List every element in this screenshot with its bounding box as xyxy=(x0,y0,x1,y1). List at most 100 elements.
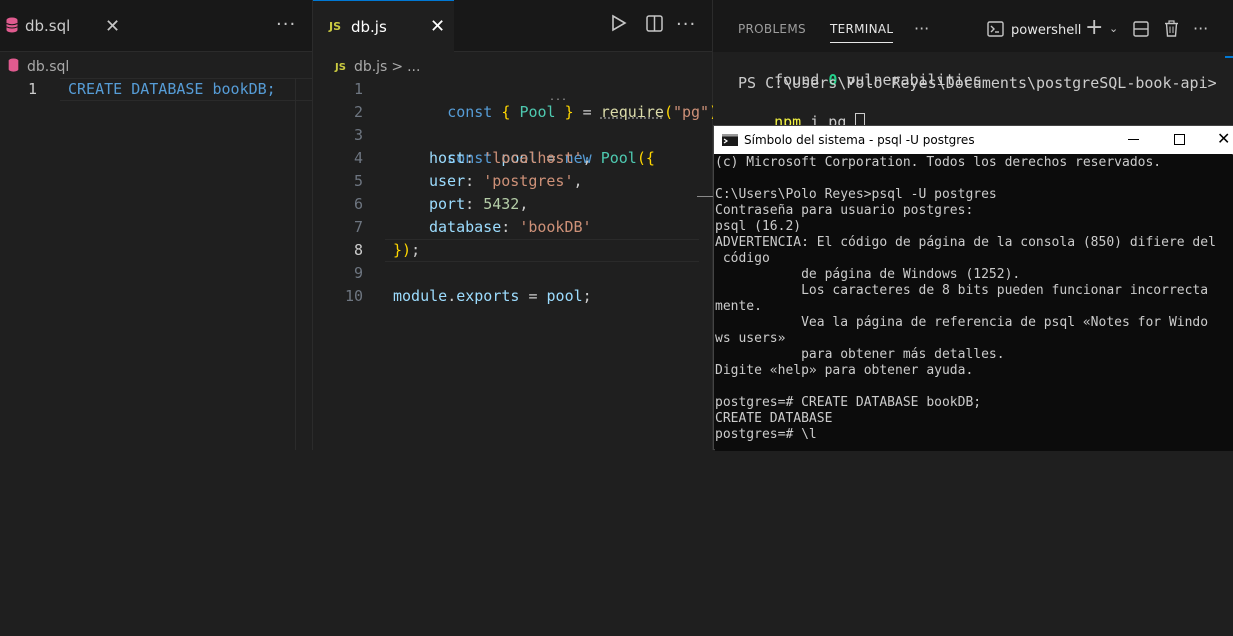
string: "pg" xyxy=(672,103,710,121)
dot: . xyxy=(447,287,457,305)
hint-ellipsis[interactable]: ... xyxy=(549,92,567,103)
more-actions-icon[interactable]: ··· xyxy=(914,19,929,38)
breadcrumb-file: db.js xyxy=(353,59,388,75)
line-number: 1 xyxy=(27,80,37,98)
panel-header: PROBLEMS TERMINAL ··· powershell + ⌄ ··· xyxy=(713,0,1233,58)
shell-name[interactable]: powershell xyxy=(1011,23,1081,38)
split-editor-icon[interactable] xyxy=(646,15,663,36)
line-number: 6 xyxy=(353,195,363,213)
cmd-line: mente. xyxy=(715,299,762,314)
semicolon: ; xyxy=(582,287,592,305)
line-number: 4 xyxy=(353,149,363,167)
chevron-down-icon[interactable]: ⌄ xyxy=(1109,22,1118,35)
string: 'postgres' xyxy=(483,172,574,190)
cmd-line: código xyxy=(715,251,770,266)
terminal-prompt: PS C:\Users\Polo Reyes\Documents\postgre… xyxy=(738,74,1217,92)
close-icon[interactable]: ✕ xyxy=(430,16,445,37)
property: exports xyxy=(456,287,520,305)
string: 'bookDB' xyxy=(519,218,592,236)
property: port xyxy=(429,195,466,213)
property: database xyxy=(429,218,502,236)
brace: }) xyxy=(393,241,412,259)
comma: , xyxy=(582,149,592,167)
property: user xyxy=(429,172,466,190)
code-line: user: 'postgres', xyxy=(429,170,583,193)
tab-problems[interactable]: PROBLEMS xyxy=(738,22,806,36)
run-icon[interactable] xyxy=(611,14,627,36)
more-actions-icon[interactable]: ··· xyxy=(676,14,696,35)
line-number: 1 xyxy=(353,80,363,98)
javascript-icon: JS xyxy=(335,61,346,73)
line-number: 5 xyxy=(353,172,363,190)
code-line: port: 5432, xyxy=(429,193,528,216)
sql-tab-bar: db.sql ✕ ··· xyxy=(0,0,312,52)
js-editor-pane: JS db.js ✕ ··· JS db.js > ... 1 2 3 4 5 … xyxy=(313,0,727,450)
javascript-icon: JS xyxy=(329,20,342,33)
cmd-title-bar[interactable]: Símbolo del sistema - psql -U postgres ✕ xyxy=(714,126,1233,154)
breadcrumb[interactable]: JS db.js > ... xyxy=(335,56,420,78)
more-actions-icon[interactable]: ··· xyxy=(276,14,296,35)
identifier: module xyxy=(393,287,448,305)
code-line: }); xyxy=(393,239,420,262)
js-code-area[interactable]: 1 2 3 4 5 6 7 8 9 10 const { Pool } = re… xyxy=(313,78,727,450)
colon: : xyxy=(465,149,475,167)
comma: , xyxy=(573,172,583,190)
cmd-window[interactable]: Símbolo del sistema - psql -U postgres ✕… xyxy=(713,125,1233,451)
database-icon xyxy=(8,58,19,76)
cmd-line: postgres=# CREATE DATABASE bookDB; xyxy=(715,395,982,410)
minimize-icon[interactable] xyxy=(1128,139,1139,140)
operator: = xyxy=(582,103,592,121)
split-terminal-icon[interactable] xyxy=(1133,21,1149,41)
database-icon xyxy=(6,17,18,37)
line-number: 9 xyxy=(353,264,363,282)
cmd-line: de página de Windows (1252). xyxy=(715,267,1021,282)
panel-resize-handle[interactable] xyxy=(697,196,713,197)
cmd-line: postgres=# \l xyxy=(715,427,817,442)
identifier: Pool xyxy=(519,103,556,121)
plus-icon[interactable]: + xyxy=(1085,15,1103,40)
cmd-line: para obtener más detalles. xyxy=(715,347,1005,362)
breadcrumb[interactable]: db.sql xyxy=(8,56,69,78)
trash-icon[interactable] xyxy=(1164,20,1179,41)
cmd-line: C:\Users\Polo Reyes>psql -U postgres xyxy=(715,187,997,202)
panel: PROBLEMS TERMINAL ··· powershell + ⌄ ···… xyxy=(713,0,1233,451)
cmd-line: Vea la página de referencia de psql «Not… xyxy=(715,315,1209,330)
line-number: 10 xyxy=(344,287,363,305)
code-line: host: 'localhost', xyxy=(429,147,592,170)
line-number: 8 xyxy=(353,241,363,259)
close-icon[interactable]: ✕ xyxy=(1217,129,1230,148)
number: 5432 xyxy=(483,195,520,213)
close-icon[interactable]: ✕ xyxy=(105,16,120,37)
tab-terminal[interactable]: TERMINAL xyxy=(830,22,894,43)
operator: = xyxy=(528,287,538,305)
cmd-line: ws users» xyxy=(715,331,786,346)
current-line-highlight xyxy=(60,78,312,101)
current-line-highlight xyxy=(385,239,699,262)
scrollbar-marker xyxy=(1225,56,1233,58)
tab-db-js[interactable]: JS db.js ✕ xyxy=(313,0,454,52)
line-number: 2 xyxy=(353,103,363,121)
cmd-line: Contraseña para usuario postgres: xyxy=(715,203,974,218)
tab-db-sql[interactable]: db.sql ✕ xyxy=(0,0,132,52)
comma: , xyxy=(519,195,529,213)
breadcrumb-separator: > xyxy=(391,59,404,75)
brace: { xyxy=(501,103,511,121)
class-name: Pool xyxy=(600,149,637,167)
cmd-output[interactable]: (c) Microsoft Corporation. Todos los der… xyxy=(715,155,1233,451)
cmd-line: (c) Microsoft Corporation. Todos los der… xyxy=(715,155,1162,170)
line-number: 3 xyxy=(353,126,363,144)
function-name: require xyxy=(600,103,664,121)
colon: : xyxy=(501,218,511,236)
code-line: database: 'bookDB' xyxy=(429,216,592,239)
code-line: module.exports = pool; xyxy=(393,285,592,308)
maximize-icon[interactable] xyxy=(1174,134,1185,145)
semicolon: ; xyxy=(411,241,421,259)
brace: } xyxy=(564,103,574,121)
more-actions-icon[interactable]: ··· xyxy=(1193,19,1208,38)
cmd-line: Los caracteres de 8 bits pueden funciona… xyxy=(715,283,1209,298)
sql-editor-pane: db.sql ✕ ··· db.sql 1 CREATE DATABASE bo… xyxy=(0,0,313,450)
keyword: const xyxy=(447,103,493,121)
code-line: const pool = new Pool({ xyxy=(393,124,655,167)
breadcrumb-symbol: ... xyxy=(407,59,421,75)
sql-code-area[interactable]: 1 CREATE DATABASE bookDB; xyxy=(0,78,312,450)
